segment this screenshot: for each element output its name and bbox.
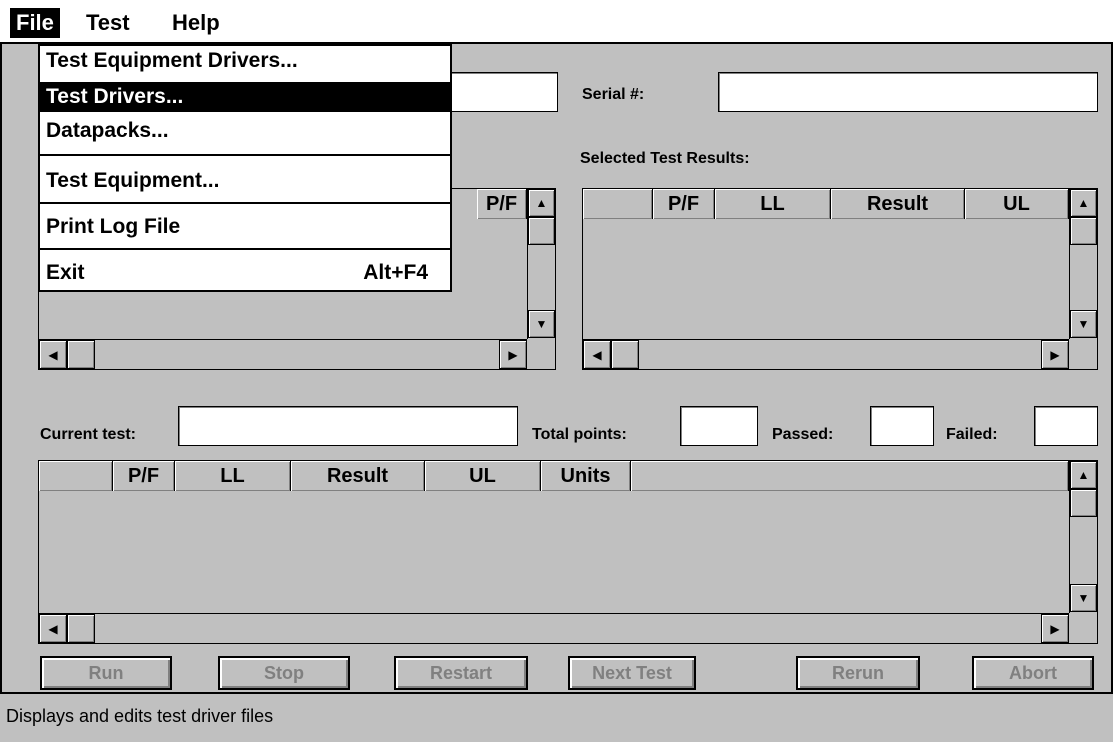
menu-item-label: Print Log File	[46, 215, 181, 238]
menu-separator	[40, 248, 450, 250]
scroll-thumb[interactable]	[1070, 489, 1097, 517]
menu-item-test-equipment[interactable]: Test Equipment...	[40, 166, 450, 196]
total-points-label: Total points:	[532, 426, 627, 443]
rerun-button[interactable]: Rerun	[796, 656, 920, 690]
menu-file[interactable]: File	[10, 8, 60, 38]
results-col-units[interactable]: Units	[541, 461, 631, 491]
menu-item-test-drivers[interactable]: Test Drivers...	[40, 82, 450, 112]
scroll-right-icon[interactable]: ▶	[1041, 340, 1069, 369]
results-col-ul[interactable]: UL	[425, 461, 541, 491]
total-points-input[interactable]	[680, 406, 758, 446]
scroll-down-icon[interactable]: ▼	[1070, 310, 1097, 338]
menu-item-print-log-file[interactable]: Print Log File	[40, 212, 450, 242]
current-test-input[interactable]	[178, 406, 518, 446]
results-col-result[interactable]: Result	[291, 461, 425, 491]
failed-input[interactable]	[1034, 406, 1098, 446]
selected-results-grid[interactable]: P/F LL Result UL ▲ ▼ ◀ ▶	[582, 188, 1098, 370]
file-menu: Test Equipment Drivers... Test Drivers..…	[38, 44, 452, 292]
passed-label: Passed:	[772, 426, 834, 443]
scroll-left-icon[interactable]: ◀	[583, 340, 611, 369]
scroll-up-icon[interactable]: ▲	[1070, 461, 1097, 489]
scroll-thumb[interactable]	[528, 217, 555, 245]
menu-help[interactable]: Help	[166, 8, 226, 38]
selected-col-blank[interactable]	[583, 189, 653, 219]
menu-item-exit[interactable]: Exit Alt+F4	[40, 258, 450, 288]
stop-button[interactable]: Stop	[218, 656, 350, 690]
top-left-input[interactable]	[440, 72, 558, 112]
menu-bar: File Test Help	[0, 0, 1113, 44]
menu-separator	[40, 154, 450, 156]
results-grid[interactable]: P/F LL Result UL Units ▲ ▼ ◀ ▶	[38, 460, 1098, 644]
menu-item-label: Test Equipment Drivers...	[46, 49, 298, 72]
scroll-up-icon[interactable]: ▲	[528, 189, 555, 217]
selected-col-ll[interactable]: LL	[715, 189, 831, 219]
selected-col-pf[interactable]: P/F	[653, 189, 715, 219]
status-text: Displays and edits test driver files	[6, 706, 274, 726]
selected-results-header: P/F LL Result UL	[583, 189, 1069, 219]
failed-label: Failed:	[946, 426, 998, 443]
tests-grid-col-pf[interactable]: P/F	[477, 189, 527, 219]
results-header: P/F LL Result UL Units	[39, 461, 1069, 491]
scroll-down-icon[interactable]: ▼	[1070, 584, 1097, 612]
scroll-thumb[interactable]	[67, 614, 95, 643]
scroll-up-icon[interactable]: ▲	[1070, 189, 1097, 217]
scroll-left-icon[interactable]: ◀	[39, 340, 67, 369]
menu-item-datapacks[interactable]: Datapacks...	[40, 116, 450, 146]
menu-item-test-equipment-drivers[interactable]: Test Equipment Drivers...	[40, 46, 450, 76]
selected-test-results-label: Selected Test Results:	[580, 150, 750, 167]
menu-item-label: Test Equipment...	[46, 169, 220, 192]
scroll-down-icon[interactable]: ▼	[528, 310, 555, 338]
menu-item-shortcut: Alt+F4	[363, 261, 428, 284]
serial-label: Serial #:	[582, 86, 645, 103]
menu-item-label: Exit	[46, 261, 85, 284]
results-col-extra[interactable]	[631, 461, 1069, 491]
next-test-button[interactable]: Next Test	[568, 656, 696, 690]
restart-button[interactable]: Restart	[394, 656, 528, 690]
results-col-pf[interactable]: P/F	[113, 461, 175, 491]
menu-separator	[40, 202, 450, 204]
menu-item-label: Datapacks...	[46, 119, 169, 142]
menu-item-label: Test Drivers...	[46, 85, 184, 108]
abort-button[interactable]: Abort	[972, 656, 1094, 690]
scroll-right-icon[interactable]: ▶	[499, 340, 527, 369]
scroll-thumb[interactable]	[611, 340, 639, 369]
results-vscroll[interactable]: ▲ ▼	[1069, 461, 1097, 613]
passed-input[interactable]	[870, 406, 934, 446]
results-col-blank[interactable]	[39, 461, 113, 491]
selected-col-result[interactable]: Result	[831, 189, 965, 219]
results-col-ll[interactable]: LL	[175, 461, 291, 491]
selected-vscroll[interactable]: ▲ ▼	[1069, 189, 1097, 339]
scroll-thumb[interactable]	[67, 340, 95, 369]
selected-hscroll[interactable]: ◀ ▶	[583, 339, 1069, 369]
serial-input[interactable]	[718, 72, 1098, 112]
selected-col-ul[interactable]: UL	[965, 189, 1069, 219]
run-button[interactable]: Run	[40, 656, 172, 690]
tests-grid-vscroll[interactable]: ▲ ▼	[527, 189, 555, 339]
tests-grid-hscroll[interactable]: ◀ ▶	[39, 339, 527, 369]
scroll-thumb[interactable]	[1070, 217, 1097, 245]
results-hscroll[interactable]: ◀ ▶	[39, 613, 1069, 643]
scroll-left-icon[interactable]: ◀	[39, 614, 67, 643]
scroll-right-icon[interactable]: ▶	[1041, 614, 1069, 643]
current-test-label: Current test:	[40, 426, 137, 443]
menu-test[interactable]: Test	[80, 8, 136, 38]
